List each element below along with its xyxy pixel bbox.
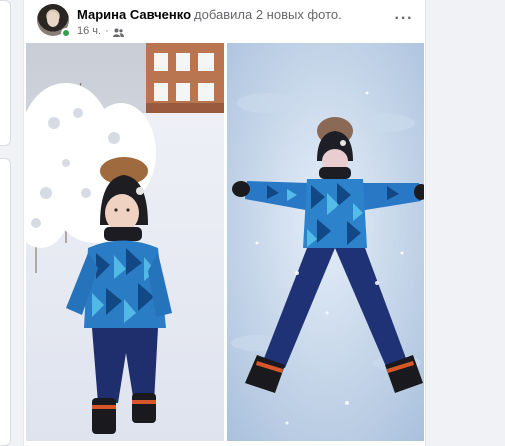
author-line: Марина Савченко добавила 2 новых фото. — [77, 7, 342, 23]
adjacent-card-edge — [0, 0, 11, 146]
post-header: Марина Савченко добавила 2 новых фото. 16… — [37, 4, 417, 40]
adjacent-card-edge — [0, 158, 11, 446]
avatar-face — [47, 12, 59, 27]
snow-angel-photo[interactable] — [227, 43, 424, 441]
post-meta: 16 ч. · — [77, 24, 124, 38]
friends-icon[interactable] — [112, 27, 124, 37]
child-in-snow-photo[interactable] — [26, 43, 224, 441]
left-rail — [0, 0, 12, 446]
photo-grid — [26, 43, 424, 441]
author-name-link[interactable]: Марина Савченко — [77, 7, 191, 22]
post-action-text: добавила 2 новых фото. — [194, 7, 342, 22]
online-status-dot — [61, 28, 71, 38]
more-options-button[interactable]: ··· — [391, 6, 417, 32]
meta-separator: · — [105, 25, 109, 37]
feed-post: Марина Савченко добавила 2 новых фото. 16… — [23, 0, 426, 446]
post-timestamp[interactable]: 16 ч. — [77, 24, 101, 38]
